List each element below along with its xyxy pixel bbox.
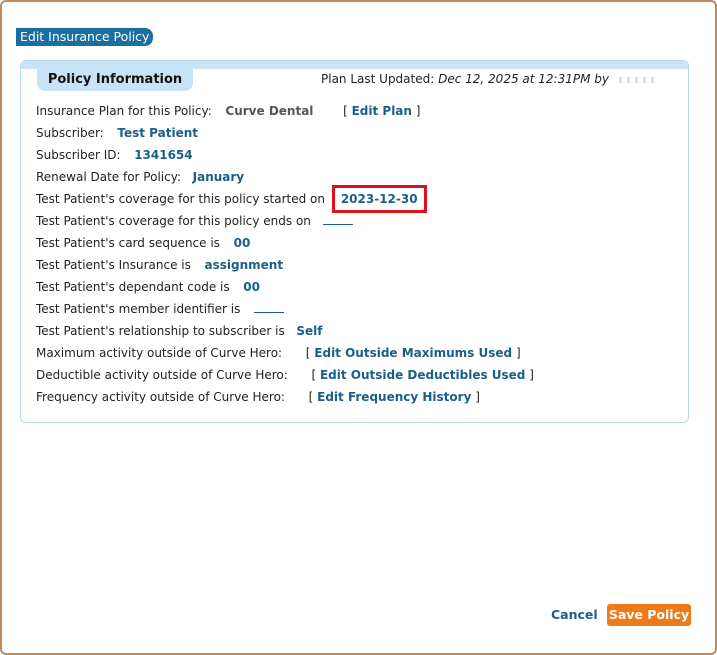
- frequency-activity-row: Frequency activity outside of Curve Hero…: [36, 390, 480, 404]
- member-identifier-link[interactable]: [254, 303, 285, 313]
- cancel-button[interactable]: Cancel: [551, 606, 598, 624]
- card-sequence-label: Test Patient's card sequence is: [36, 236, 220, 250]
- card-sequence-link[interactable]: 00: [234, 236, 251, 250]
- dependant-code-label: Test Patient's dependant code is: [36, 280, 230, 294]
- panel-tab-policy-information: Policy Information: [37, 67, 193, 91]
- plan-updated-value: Dec 12, 2025 at 12:31PM by: [438, 72, 609, 86]
- plan-last-updated: Plan Last Updated: Dec 12, 2025 at 12:31…: [321, 72, 659, 86]
- subscriber-id-label: Subscriber ID:: [36, 148, 121, 162]
- card-sequence-row: Test Patient's card sequence is 00: [36, 234, 250, 252]
- coverage-end-row: Test Patient's coverage for this policy …: [36, 212, 353, 230]
- edit-plan-link[interactable]: Edit Plan: [352, 104, 412, 118]
- coverage-start-date-link[interactable]: 2023-12-30: [341, 192, 418, 206]
- insurance-assignment-link[interactable]: assignment: [205, 258, 284, 272]
- renewal-date-row: Renewal Date for Policy: January: [36, 168, 244, 186]
- dependant-code-row: Test Patient's dependant code is 00: [36, 278, 260, 296]
- redacted-username: [618, 76, 659, 83]
- coverage-start-highlight: 2023-12-30: [331, 185, 427, 213]
- subscriber-value: Test Patient: [117, 126, 199, 140]
- coverage-start-label: Test Patient's coverage for this policy …: [36, 192, 325, 206]
- renewal-label: Renewal Date for Policy:: [36, 170, 181, 184]
- deductible-activity-label: Deductible activity outside of Curve Her…: [36, 368, 288, 382]
- plan-updated-label: Plan Last Updated:: [321, 72, 435, 86]
- policy-information-panel: Policy Information Plan Last Updated: De…: [20, 60, 689, 423]
- frequency-activity-label: Frequency activity outside of Curve Hero…: [36, 390, 285, 404]
- relationship-label: Test Patient's relationship to subscribe…: [36, 324, 285, 338]
- insurance-assignment-row: Test Patient's Insurance is assignment: [36, 256, 283, 274]
- coverage-start-row: Test Patient's coverage for this policy …: [36, 185, 427, 213]
- subscriber-label: Subscriber:: [36, 126, 104, 140]
- dialog-title: Edit Insurance Policy: [16, 28, 154, 46]
- edit-frequency-history-link[interactable]: Edit Frequency History: [317, 390, 471, 404]
- relationship-row: Test Patient's relationship to subscribe…: [36, 322, 323, 340]
- insurance-plan-row: Insurance Plan for this Policy: Curve De…: [36, 104, 421, 118]
- subscriber-id-row: Subscriber ID: 1341654: [36, 146, 193, 164]
- member-identifier-label: Test Patient's member identifier is: [36, 302, 241, 316]
- renewal-value: January: [192, 170, 245, 184]
- relationship-link[interactable]: Self: [296, 324, 322, 338]
- coverage-end-label: Test Patient's coverage for this policy …: [36, 214, 311, 228]
- subscriber-id-value: 1341654: [134, 148, 193, 162]
- max-activity-row: Maximum activity outside of Curve Hero: …: [36, 346, 521, 360]
- insurance-plan-label: Insurance Plan for this Policy:: [36, 104, 212, 118]
- max-activity-label: Maximum activity outside of Curve Hero:: [36, 346, 283, 360]
- dependant-code-link[interactable]: 00: [243, 280, 260, 294]
- subscriber-row: Subscriber: Test Patient: [36, 124, 198, 142]
- member-identifier-row: Test Patient's member identifier is: [36, 300, 285, 318]
- insurance-plan-value: Curve Dental: [225, 104, 314, 118]
- insurance-label: Test Patient's Insurance is: [36, 258, 191, 272]
- edit-outside-maximums-link[interactable]: Edit Outside Maximums Used: [314, 346, 512, 360]
- coverage-end-date-link[interactable]: [322, 215, 353, 225]
- edit-outside-deductibles-link[interactable]: Edit Outside Deductibles Used: [320, 368, 525, 382]
- save-policy-button[interactable]: Save Policy: [607, 604, 691, 626]
- deductible-activity-row: Deductible activity outside of Curve Her…: [36, 368, 534, 382]
